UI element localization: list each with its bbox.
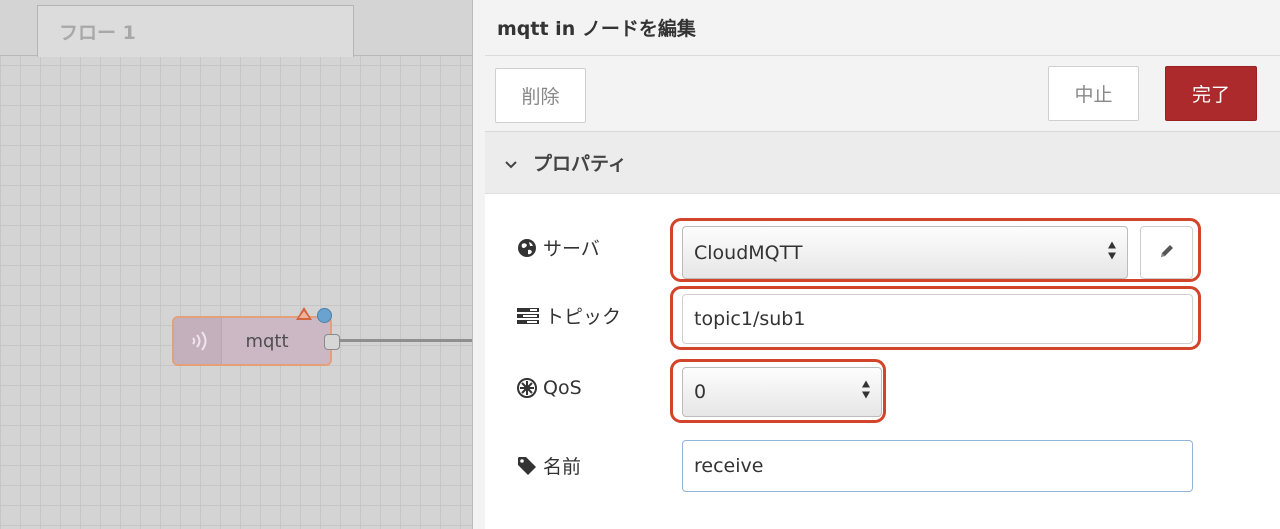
- name-value: receive: [694, 455, 764, 477]
- edit-server-button[interactable]: [1140, 226, 1193, 279]
- topic-input[interactable]: topic1/sub1: [682, 294, 1193, 344]
- edit-panel-content: mqtt in ノードを編集 削除 中止 完了 プロパティ サーバ CloudM…: [485, 0, 1280, 529]
- server-value: CloudMQTT: [694, 241, 803, 264]
- server-label: サーバ: [543, 238, 600, 260]
- cancel-button[interactable]: 中止: [1048, 66, 1139, 121]
- topic-value: topic1/sub1: [694, 308, 806, 330]
- panel-title: mqtt in ノードを編集: [497, 18, 696, 40]
- properties-form: サーバ CloudMQTT トピック topic1/sub1 QoS 0 名前 …: [485, 194, 1280, 529]
- done-button[interactable]: 完了: [1165, 66, 1257, 121]
- node-output-port[interactable]: [324, 334, 340, 350]
- pencil-icon: [1158, 242, 1176, 264]
- mqtt-in-node[interactable]: mqtt: [172, 307, 340, 366]
- tab-label: フロー 1: [59, 22, 136, 44]
- delete-button[interactable]: 削除: [495, 68, 586, 123]
- properties-section-header[interactable]: プロパティ: [485, 132, 1280, 194]
- name-label: 名前: [543, 456, 582, 478]
- server-label-row: サーバ: [517, 234, 600, 261]
- tab-flow-1[interactable]: フロー 1: [37, 5, 354, 57]
- wifi-broadcast-icon: [174, 318, 222, 364]
- panel-header: mqtt in ノードを編集: [485, 0, 1280, 56]
- qos-label: QoS: [543, 377, 582, 399]
- chevron-down-icon: [505, 152, 517, 174]
- section-title: プロパティ: [533, 153, 627, 175]
- panel-button-bar: 削除 中止 完了: [485, 56, 1280, 132]
- flow-tab-bar: フロー 1: [0, 0, 472, 57]
- server-select[interactable]: CloudMQTT: [682, 226, 1128, 279]
- tasks-icon: [517, 307, 539, 325]
- status-dot-icon: [317, 308, 332, 323]
- select-updown-icon: [861, 379, 871, 406]
- qos-value: 0: [694, 381, 707, 403]
- name-label-row: 名前: [517, 452, 581, 479]
- topic-label-row: トピック: [517, 302, 621, 329]
- node-label: mqtt: [245, 330, 289, 352]
- qos-select[interactable]: 0: [682, 367, 882, 417]
- select-updown-icon: [1107, 239, 1117, 266]
- topic-label: トピック: [545, 306, 622, 328]
- warning-triangle-icon: [296, 307, 312, 320]
- globe-icon: [517, 238, 537, 258]
- qos-label-row: QoS: [517, 377, 582, 399]
- tag-icon: [517, 456, 537, 476]
- edit-node-panel: mqtt in ノードを編集 削除 中止 完了 プロパティ サーバ CloudM…: [472, 0, 1280, 529]
- node-wire[interactable]: [340, 339, 472, 342]
- flow-workspace[interactable]: フロー 1 mqtt: [0, 0, 472, 529]
- empire-icon: [517, 378, 537, 398]
- name-input[interactable]: receive: [682, 440, 1193, 492]
